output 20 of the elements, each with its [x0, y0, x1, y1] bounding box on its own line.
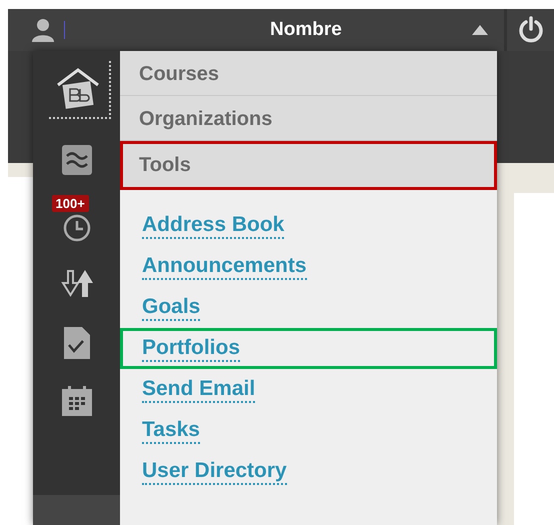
menu-link[interactable]: Tasks	[142, 418, 200, 444]
home-logo-icon[interactable]	[48, 61, 110, 119]
user-name[interactable]: Nombre	[270, 19, 342, 41]
menu-category[interactable]: Organizations	[120, 96, 497, 141]
clock-icon[interactable]	[62, 213, 92, 243]
notification-badge: 100+	[52, 195, 89, 212]
document-check-icon[interactable]	[62, 325, 92, 361]
menu-link[interactable]: Address Book	[142, 212, 284, 238]
menu-category[interactable]: Courses	[120, 51, 497, 96]
calendar-icon[interactable]	[60, 385, 92, 417]
menu-link[interactable]: User Directory	[142, 458, 287, 484]
menu-link[interactable]: Send Email	[142, 376, 256, 402]
caret-icon[interactable]	[472, 25, 488, 35]
power-icon[interactable]	[516, 16, 544, 44]
menu-category[interactable]: Tools	[120, 141, 497, 190]
user-icon[interactable]	[30, 17, 56, 43]
waves-icon[interactable]	[62, 145, 92, 175]
menu-link[interactable]: Portfolios	[142, 336, 240, 362]
menu-link[interactable]: Announcements	[142, 254, 307, 280]
menu-link[interactable]: Goals	[142, 294, 200, 320]
